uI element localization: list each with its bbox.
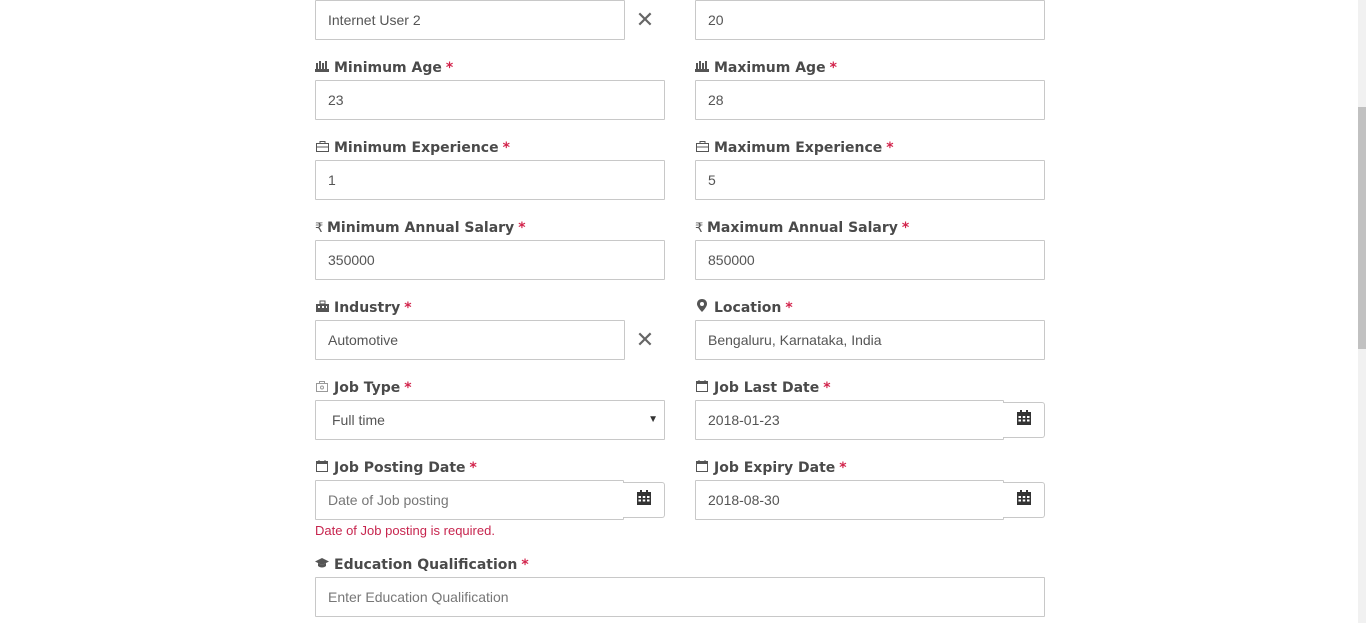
calendar-icon bbox=[1016, 410, 1031, 430]
briefcase-icon bbox=[315, 138, 329, 158]
calendar-icon bbox=[636, 490, 651, 510]
max-age-label: Maximum Age * bbox=[695, 58, 837, 78]
min-age-input[interactable]: 23 bbox=[315, 80, 665, 120]
max-age-input[interactable]: 28 bbox=[695, 80, 1045, 120]
max-salary-label: ₹ Maximum Annual Salary * bbox=[695, 218, 909, 238]
openings-input[interactable]: 20 bbox=[695, 0, 1045, 40]
job-posting-date-input[interactable]: Date of Job posting bbox=[315, 480, 624, 520]
job-posting-date-calendar-button[interactable] bbox=[623, 482, 665, 518]
industry-label: Industry * bbox=[315, 298, 412, 318]
calendar-icon bbox=[1016, 490, 1031, 510]
scrollbar-thumb[interactable] bbox=[1358, 107, 1366, 349]
industry-input[interactable]: Automotive bbox=[315, 320, 625, 360]
calendar-icon bbox=[695, 458, 709, 478]
job-type-select[interactable]: Full time ▼ bbox=[315, 400, 665, 440]
job-expiry-date-calendar-button[interactable] bbox=[1003, 482, 1045, 518]
calendar-icon bbox=[695, 378, 709, 398]
job-expiry-date-input[interactable]: 2018-08-30 bbox=[695, 480, 1004, 520]
dropdown-arrow-icon: ▼ bbox=[648, 414, 658, 425]
education-input[interactable]: Enter Education Qualification bbox=[315, 577, 1045, 617]
location-label: Location * bbox=[695, 298, 793, 318]
job-type-label: Job Type * bbox=[315, 378, 412, 398]
clear-referrer-icon[interactable]: ✕ bbox=[633, 8, 657, 32]
max-salary-input[interactable]: 850000 bbox=[695, 240, 1045, 280]
location-input[interactable]: Bengaluru, Karnataka, India bbox=[695, 320, 1045, 360]
min-exp-input[interactable]: 1 bbox=[315, 160, 665, 200]
max-exp-label: Maximum Experience * bbox=[695, 138, 894, 158]
min-exp-label: Minimum Experience * bbox=[315, 138, 510, 158]
referrer-input[interactable]: Internet User 2 bbox=[315, 0, 625, 40]
min-salary-label: ₹ Minimum Annual Salary * bbox=[315, 218, 526, 238]
job-last-date-calendar-button[interactable] bbox=[1003, 402, 1045, 438]
job-posting-date-label: Job Posting Date * bbox=[315, 458, 477, 478]
education-label: Education Qualification * bbox=[315, 555, 529, 575]
job-last-date-input[interactable]: 2018-01-23 bbox=[695, 400, 1004, 440]
min-salary-input[interactable]: 350000 bbox=[315, 240, 665, 280]
industry-icon bbox=[315, 298, 329, 318]
briefcase-icon bbox=[695, 138, 709, 158]
users-icon bbox=[695, 58, 709, 78]
page-scrollbar[interactable] bbox=[1358, 0, 1366, 623]
job-type-selected: Full time bbox=[332, 412, 385, 428]
job-type-icon bbox=[315, 378, 329, 398]
job-expiry-date-label: Job Expiry Date * bbox=[695, 458, 847, 478]
clear-industry-icon[interactable]: ✕ bbox=[633, 328, 657, 352]
job-last-date-label: Job Last Date * bbox=[695, 378, 831, 398]
map-pin-icon bbox=[695, 298, 709, 318]
rupee-icon: ₹ bbox=[315, 221, 324, 236]
graduation-cap-icon bbox=[315, 555, 329, 575]
calendar-icon bbox=[315, 458, 329, 478]
max-exp-input[interactable]: 5 bbox=[695, 160, 1045, 200]
job-posting-date-error: Date of Job posting is required. bbox=[315, 523, 495, 538]
users-icon bbox=[315, 58, 329, 78]
rupee-icon: ₹ bbox=[695, 221, 704, 236]
min-age-label: Minimum Age * bbox=[315, 58, 453, 78]
